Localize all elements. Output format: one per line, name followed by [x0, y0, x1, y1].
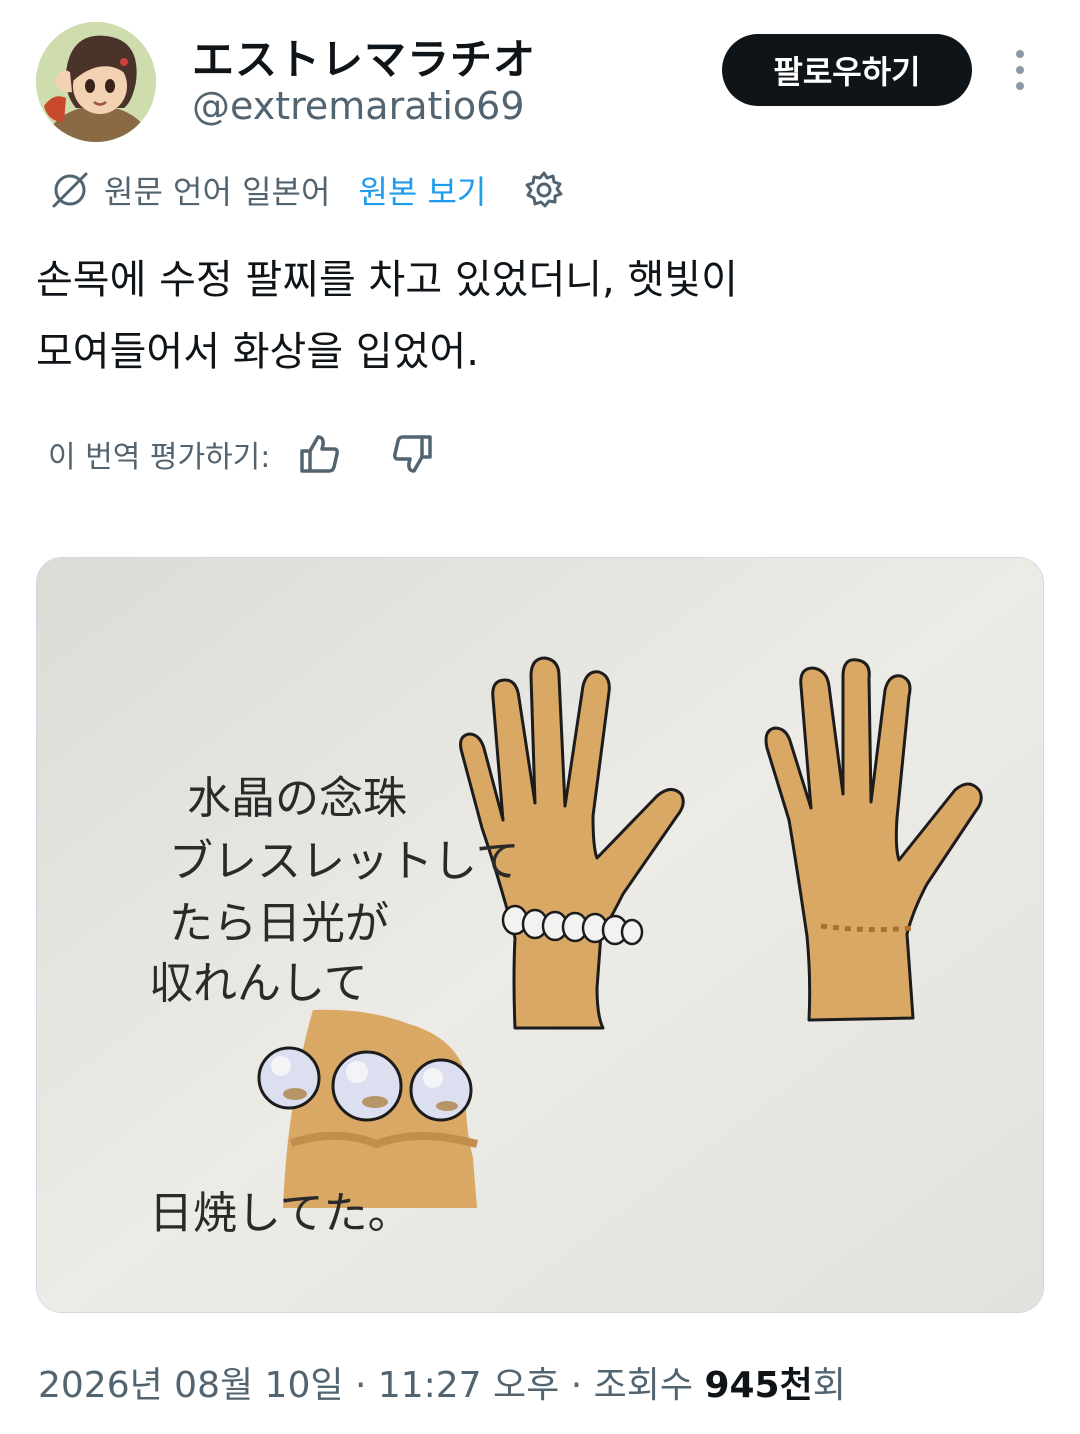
views-suffix: 회	[812, 1365, 846, 1406]
caption-line-2: ブレスレットして	[169, 836, 520, 887]
meta-separator: ·	[354, 1365, 378, 1406]
handle[interactable]: @extremaratio69	[192, 84, 525, 128]
original-language-label: 원문 언어 일본어	[104, 173, 331, 211]
show-original-link[interactable]: 원본 보기	[358, 167, 486, 213]
views-count: 945천	[704, 1365, 813, 1406]
translation-bar: 원문 언어 일본어 원본 보기	[48, 164, 566, 216]
tweet-time[interactable]: 11:27 오후	[378, 1365, 559, 1406]
tweet-photo[interactable]: 水晶の念珠 ブレスレットして たら日光が 収れんして 日焼してた。	[36, 557, 1044, 1313]
caption-line-1: 水晶の念珠	[187, 773, 407, 824]
tweet-text-line-2: 모여들어서 화상을 입었어.	[36, 329, 479, 375]
views-label: 조회수	[593, 1365, 693, 1406]
tweet-date[interactable]: 2026년 08월 10일	[38, 1365, 343, 1406]
meta-separator: ·	[570, 1365, 594, 1406]
drawing-image: 水晶の念珠 ブレスレットして たら日光が 収れんして 日焼してた。	[37, 558, 1043, 1312]
more-vertical-icon[interactable]	[1004, 50, 1036, 90]
caption-line-4: 収れんして	[149, 958, 368, 1009]
follow-button[interactable]: 팔로우하기	[722, 34, 972, 106]
avatar-image	[36, 22, 156, 142]
tweet-text: 손목에 수정 팔찌를 차고 있었더니, 햇빛이 모여들어서 화상을 입었어.	[36, 244, 1046, 388]
tweet-text-line-1: 손목에 수정 팔찌를 차고 있었더니, 햇빛이	[36, 257, 738, 303]
tweet-header: エストレマラチオ @extremaratio69 팔로우하기	[0, 0, 1080, 150]
thumbs-up-icon[interactable]	[296, 431, 342, 477]
rate-translation-label: 이 번역 평가하기:	[48, 440, 271, 475]
caption-line-5: 日焼してた。	[149, 1188, 412, 1239]
gear-icon[interactable]	[522, 168, 566, 212]
tweet-meta: 2026년 08월 10일 · 11:27 오후 · 조회수 945천회	[38, 1356, 846, 1408]
avatar[interactable]	[36, 22, 156, 142]
caption-line-3: たら日光が	[169, 898, 389, 949]
translate-globe-icon	[52, 172, 88, 208]
thumbs-down-icon[interactable]	[390, 431, 436, 477]
display-name[interactable]: エストレマラチオ	[192, 26, 536, 87]
translation-rating: 이 번역 평가하기:	[48, 428, 436, 480]
